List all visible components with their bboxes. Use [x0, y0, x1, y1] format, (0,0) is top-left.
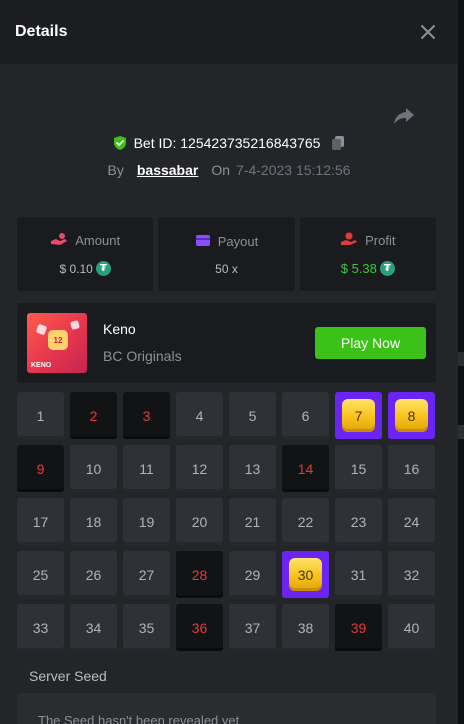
- keno-cell-15: 15: [335, 445, 382, 492]
- keno-cell-28: 28: [176, 551, 223, 598]
- keno-cell-1: 1: [17, 392, 64, 439]
- stat-payout-value: 50 x: [215, 261, 238, 276]
- keno-cell-34: 34: [70, 604, 117, 651]
- stat-profit-label: Profit: [365, 233, 396, 248]
- keno-cell-36: 36: [176, 604, 223, 651]
- keno-cell-21: 21: [229, 498, 276, 545]
- thumb-label: KENO: [31, 362, 52, 369]
- share-icon[interactable]: [392, 104, 416, 128]
- bet-id: Bet ID: 125423735216843765: [133, 135, 321, 151]
- keno-cell-20: 20: [176, 498, 223, 545]
- keno-cell-27: 27: [123, 551, 170, 598]
- keno-cell-2: 2: [70, 392, 117, 439]
- keno-board: 1 2 3 4 5 6 7 8 9 10 11 12 13 14 15 16 17 18 19 20 21 22 23 24 2…: [17, 392, 436, 651]
- server-seed-label: Server Seed: [29, 668, 107, 684]
- keno-cell-32: 32: [388, 551, 435, 598]
- keno-cell-10: 10: [70, 445, 117, 492]
- keno-cell-30: 30: [282, 551, 329, 598]
- keno-cell-16: 16: [388, 445, 435, 492]
- wallet-icon: [195, 233, 211, 250]
- keno-cell-11: 11: [123, 445, 170, 492]
- keno-cell-38: 38: [282, 604, 329, 651]
- server-seed-value: The Seed hasn't been revealed yet: [38, 713, 240, 724]
- modal-header: Details: [0, 0, 458, 64]
- stat-amount: Amount $ 0.10 ₮: [17, 217, 154, 291]
- details-modal: Details Bet ID: 125423735216843765 By ba…: [0, 0, 458, 724]
- tether-icon: ₮: [95, 261, 111, 276]
- stat-profit: Profit $ 5.38 ₮: [299, 217, 436, 291]
- keno-cell-23: 23: [335, 498, 382, 545]
- keno-cell-13: 13: [229, 445, 276, 492]
- keno-cell-14: 14: [282, 445, 329, 492]
- game-provider: BC Originals: [103, 348, 182, 364]
- keno-cell-6: 6: [282, 392, 329, 439]
- bet-stats: Amount $ 0.10 ₮ Payout 50 x Profit $ 5.3…: [17, 217, 436, 291]
- coins-hand-icon: [50, 232, 68, 249]
- verified-shield-icon: [112, 135, 128, 151]
- tether-icon: ₮: [379, 261, 395, 276]
- hit-gem: 7: [342, 399, 375, 432]
- close-icon[interactable]: [416, 20, 440, 44]
- keno-cell-5: 5: [229, 392, 276, 439]
- keno-cell-22: 22: [282, 498, 329, 545]
- play-now-button[interactable]: Play Now: [315, 327, 426, 359]
- keno-cell-4: 4: [176, 392, 223, 439]
- keno-cell-33: 33: [17, 604, 64, 651]
- server-seed-box: The Seed hasn't been revealed yet: [17, 693, 436, 724]
- keno-cell-31: 31: [335, 551, 382, 598]
- bet-date: 7-4-2023 15:12:56: [236, 162, 351, 178]
- bet-meta-row: By bassabar On 7-4-2023 15:12:56: [0, 162, 458, 178]
- hit-gem: 30: [289, 558, 322, 591]
- stat-payout-label: Payout: [217, 233, 259, 249]
- stat-profit-value: $ 5.38: [340, 261, 377, 276]
- on-label: On: [211, 162, 231, 178]
- hit-gem: 8: [395, 399, 428, 432]
- keno-cell-19: 19: [123, 498, 170, 545]
- keno-thumbnail[interactable]: 12 KENO: [27, 313, 87, 373]
- keno-cell-37: 37: [229, 604, 276, 651]
- keno-cell-25: 25: [17, 551, 64, 598]
- keno-cell-9: 9: [17, 445, 64, 492]
- keno-cell-7: 7: [335, 392, 382, 439]
- keno-cell-40: 40: [388, 604, 435, 651]
- keno-cell-8: 8: [388, 392, 435, 439]
- modal-title: Details: [15, 23, 68, 40]
- stat-payout: Payout 50 x: [158, 217, 295, 291]
- keno-cell-24: 24: [388, 498, 435, 545]
- keno-cell-35: 35: [123, 604, 170, 651]
- game-name: Keno: [103, 321, 136, 337]
- keno-cell-12: 12: [176, 445, 223, 492]
- money-hand-icon: [340, 232, 358, 249]
- keno-cell-26: 26: [70, 551, 117, 598]
- keno-cell-3: 3: [123, 392, 170, 439]
- stat-amount-value: $ 0.10: [59, 261, 93, 276]
- keno-cell-18: 18: [70, 498, 117, 545]
- game-card: 12 KENO Keno BC Originals Play Now: [17, 303, 436, 383]
- copy-icon[interactable]: [330, 135, 346, 151]
- keno-cell-39: 39: [335, 604, 382, 651]
- by-label: By: [107, 162, 124, 178]
- keno-cell-29: 29: [229, 551, 276, 598]
- keno-ball-icon: 12: [48, 330, 68, 350]
- keno-cell-17: 17: [17, 498, 64, 545]
- username-link[interactable]: bassabar: [137, 162, 198, 178]
- stat-amount-label: Amount: [75, 233, 121, 248]
- bet-id-row: Bet ID: 125423735216843765: [0, 135, 458, 151]
- background-strip: [458, 0, 464, 724]
